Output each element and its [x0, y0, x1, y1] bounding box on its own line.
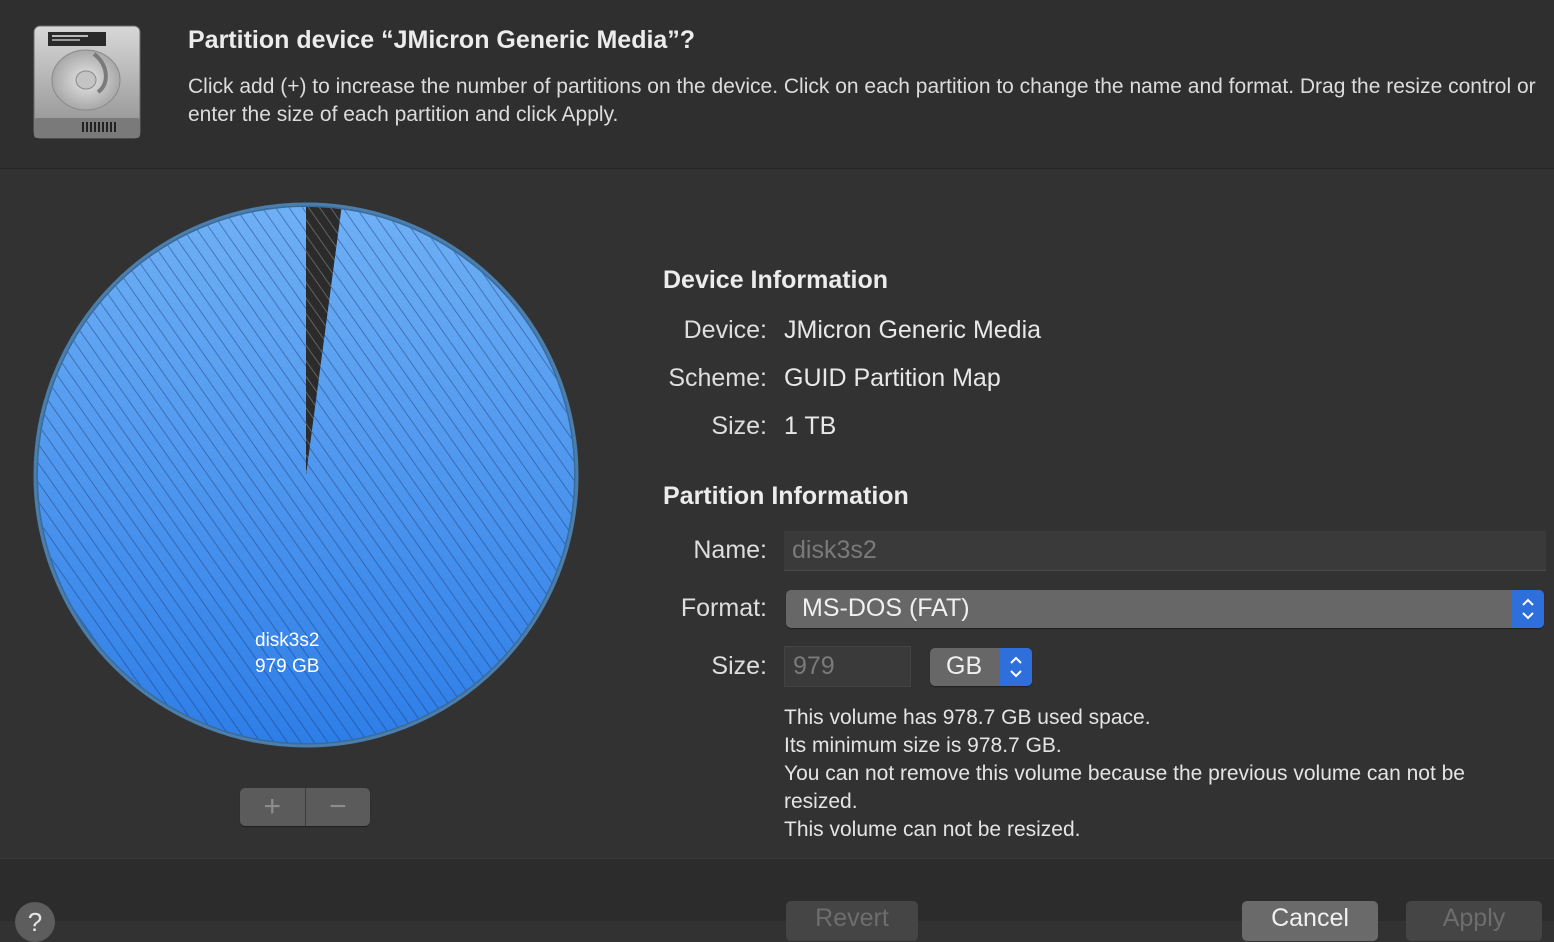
pie-partition-name: disk3s2	[255, 630, 320, 651]
remove-partition-button[interactable]: −	[306, 788, 371, 826]
note-used-space: This volume has 978.7 GB used space.	[784, 706, 1151, 729]
note-cannot-remove: You can not remove this volume because t…	[784, 762, 1465, 813]
hard-disk-icon	[28, 24, 146, 144]
revert-button[interactable]: Revert	[786, 901, 918, 941]
device-information-heading: Device Information	[663, 266, 889, 294]
device-size-value: 1 TB	[784, 412, 837, 440]
format-label: Format:	[680, 594, 767, 622]
note-minimum-size: Its minimum size is 978.7 GB.	[784, 734, 1062, 757]
partition-add-remove-control: + −	[240, 788, 370, 826]
name-label: Name:	[693, 536, 767, 564]
dialog-header: Partition device “JMicron Generic Media”…	[0, 0, 1554, 169]
note-cannot-resize: This volume can not be resized.	[784, 818, 1081, 841]
apply-button[interactable]: Apply	[1406, 901, 1542, 941]
partition-name-field	[784, 531, 1546, 571]
partition-size-field	[784, 646, 911, 687]
partition-name-input[interactable]	[784, 531, 1546, 570]
format-selected-value: MS-DOS (FAT)	[802, 594, 970, 622]
partition-notes: This volume has 978.7 GB used space. Its…	[784, 704, 1544, 844]
partition-information-heading: Partition Information	[663, 482, 909, 510]
device-value: JMicron Generic Media	[784, 316, 1042, 344]
format-select[interactable]: MS-DOS (FAT)	[786, 590, 1544, 628]
device-size-label: Size:	[711, 412, 767, 440]
partition-size-label: Size:	[711, 652, 767, 680]
pie-partition-label: disk3s2 979 GB	[255, 628, 319, 680]
scheme-value: GUID Partition Map	[784, 364, 1001, 392]
scheme-label: Scheme:	[668, 364, 767, 392]
size-unit-value: GB	[946, 652, 983, 680]
device-label: Device:	[683, 316, 767, 344]
cancel-button[interactable]: Cancel	[1242, 901, 1378, 941]
pie-partition-size: 979 GB	[255, 656, 320, 677]
add-partition-button[interactable]: +	[240, 788, 305, 826]
partition-size-input[interactable]	[785, 647, 910, 686]
dialog-description: Click add (+) to increase the number of …	[188, 75, 1536, 126]
unit-chevron-updown-icon	[1000, 648, 1032, 686]
format-chevron-updown-icon	[1512, 590, 1544, 628]
size-unit-select[interactable]: GB	[930, 648, 1032, 686]
help-button[interactable]: ?	[15, 902, 55, 942]
dialog-title: Partition device “JMicron Generic Media”…	[188, 26, 696, 54]
